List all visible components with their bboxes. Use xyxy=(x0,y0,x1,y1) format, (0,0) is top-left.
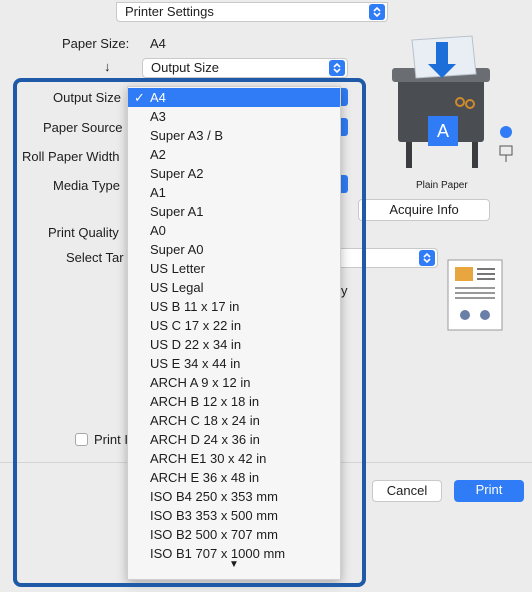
paper-size-label: Paper Size: xyxy=(62,36,130,51)
popup-stepper-icon xyxy=(369,4,385,20)
popup-stepper-icon xyxy=(329,60,345,76)
preview-letter: A xyxy=(437,121,449,141)
down-arrow-icon: ↓ xyxy=(104,59,111,74)
printer-illustration: A xyxy=(378,30,518,180)
highlight-frame xyxy=(13,78,366,587)
paper-size-value: A4 xyxy=(150,36,166,51)
output-size-popup-label: Output Size xyxy=(151,60,219,75)
output-size-popup[interactable]: Output Size xyxy=(142,58,348,78)
printer-settings-popup-label: Printer Settings xyxy=(125,4,214,19)
cancel-button[interactable]: Cancel xyxy=(372,480,442,502)
acquire-info-label: Acquire Info xyxy=(389,202,459,217)
document-preview-icon xyxy=(447,259,503,331)
print-label: Print xyxy=(475,482,503,497)
plain-paper-label: Plain Paper xyxy=(416,180,468,191)
acquire-info-button[interactable]: Acquire Info xyxy=(358,199,490,221)
print-button[interactable]: Print xyxy=(454,480,524,502)
popup-stepper-icon xyxy=(419,250,435,266)
printer-settings-popup[interactable]: Printer Settings xyxy=(116,2,388,22)
cancel-label: Cancel xyxy=(386,483,428,498)
